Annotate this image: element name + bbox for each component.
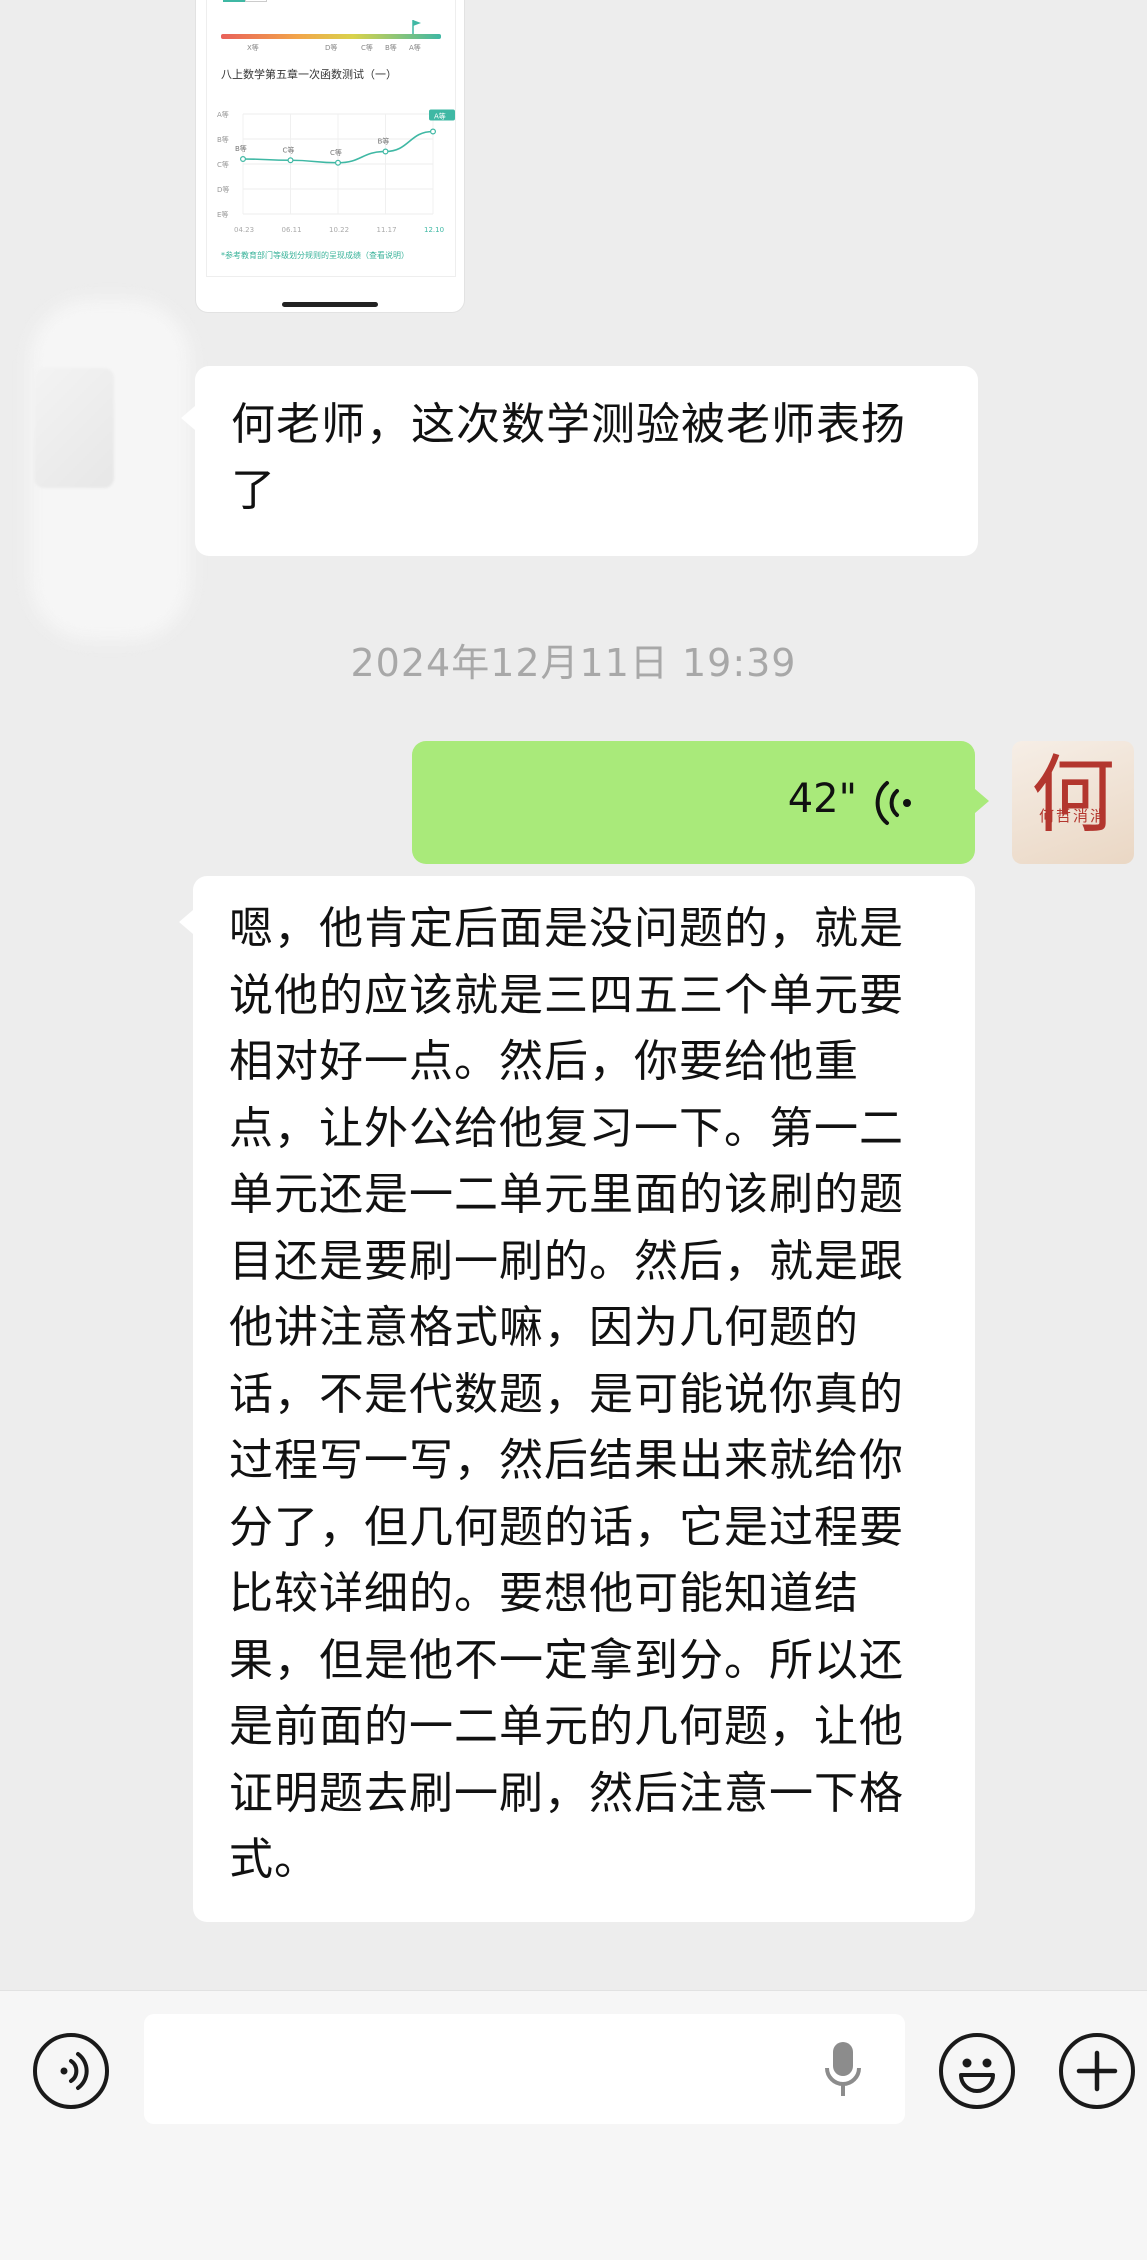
grade-c: C等 bbox=[361, 43, 373, 52]
avatar[interactable] bbox=[34, 368, 114, 488]
data-point bbox=[430, 128, 437, 135]
y-tick-label: D等 bbox=[217, 185, 229, 194]
grade-x: X等 bbox=[247, 43, 259, 52]
x-tick-label: 10.22 bbox=[329, 226, 349, 234]
grade-b: B等 bbox=[385, 43, 397, 52]
smiley-icon bbox=[959, 2058, 995, 2093]
voice-duration: 42" bbox=[787, 776, 857, 822]
data-label: B等 bbox=[235, 144, 247, 153]
message-text: 何老师，这次数学测验被老师表扬了 bbox=[231, 399, 906, 516]
x-tick-label: 11.17 bbox=[377, 226, 397, 234]
image-tab bbox=[245, 0, 267, 2]
more-actions-button[interactable] bbox=[1059, 2033, 1135, 2109]
message-text: 嗯，他肯定后面是没问题的，就是说他的应该就是三四五三个单元要相对好一点。然后，你… bbox=[229, 903, 904, 1885]
x-tick-label: 04.23 bbox=[234, 226, 254, 234]
message-bubble-incoming[interactable]: 嗯，他肯定后面是没问题的，就是说他的应该就是三四五三个单元要相对好一点。然后，你… bbox=[179, 876, 975, 1922]
chart-title: 八上数学第五章一次函数测试（一） bbox=[221, 68, 397, 81]
avatar-character: 何 bbox=[1030, 746, 1115, 844]
voice-wave-icon bbox=[875, 781, 911, 825]
data-label: C等 bbox=[283, 145, 295, 154]
line-chart: A等 B等 C等 D等 E等 04.23 06.11 10.22 11.17 12.10 B等 C等 C… bbox=[217, 109, 455, 234]
voice-message-bubble[interactable]: 42" bbox=[412, 741, 989, 864]
voice-mode-button[interactable] bbox=[33, 2033, 109, 2109]
y-tick-label: B等 bbox=[217, 135, 229, 144]
home-indicator bbox=[282, 302, 378, 307]
grade-a: A等 bbox=[409, 43, 421, 52]
data-label: B等 bbox=[378, 137, 390, 146]
chat-input-bar bbox=[0, 1990, 1147, 2260]
message-input[interactable] bbox=[144, 2014, 905, 2124]
grade-scale-bar: X等 D等 C等 B等 A等 bbox=[221, 20, 441, 52]
data-point bbox=[287, 157, 294, 164]
x-tick-label: 06.11 bbox=[282, 226, 302, 234]
y-tick-label: A等 bbox=[217, 110, 229, 119]
shared-image-content: X等 D等 C等 B等 A等 八上数学第五章一次函数测试（一） A等 B等 C等 D等… bbox=[206, 0, 456, 277]
x-tick-label: 12.10 bbox=[424, 226, 444, 234]
data-point bbox=[335, 159, 342, 166]
image-tab bbox=[223, 0, 245, 2]
y-tick-label: E等 bbox=[217, 210, 228, 219]
data-point bbox=[382, 148, 389, 155]
message-bubble-incoming[interactable]: 何老师，这次数学测验被老师表扬了 bbox=[181, 366, 978, 556]
y-tick-label: C等 bbox=[217, 160, 229, 169]
chart-footnote: *参考教育部门等级划分规则的呈现成绩（查看说明） bbox=[221, 251, 409, 260]
shared-image-message[interactable]: X等 D等 C等 B等 A等 八上数学第五章一次函数测试（一） A等 B等 C等 D等… bbox=[196, 0, 464, 312]
data-label: C等 bbox=[330, 148, 342, 157]
data-point bbox=[239, 155, 246, 162]
microphone-icon[interactable] bbox=[823, 2040, 863, 2100]
emoji-button[interactable] bbox=[939, 2033, 1015, 2109]
plus-icon bbox=[1076, 2050, 1118, 2092]
image-tabs bbox=[223, 0, 267, 2]
avatar-caption: 何哲消消 bbox=[1038, 807, 1107, 825]
timestamp: 2024年12月11日 19:39 bbox=[350, 641, 797, 685]
data-label: A等 bbox=[434, 112, 446, 121]
grade-d: D等 bbox=[325, 43, 337, 52]
voice-mode-icon bbox=[60, 2052, 89, 2090]
avatar-self[interactable]: 何 何哲消消 bbox=[1012, 741, 1134, 864]
